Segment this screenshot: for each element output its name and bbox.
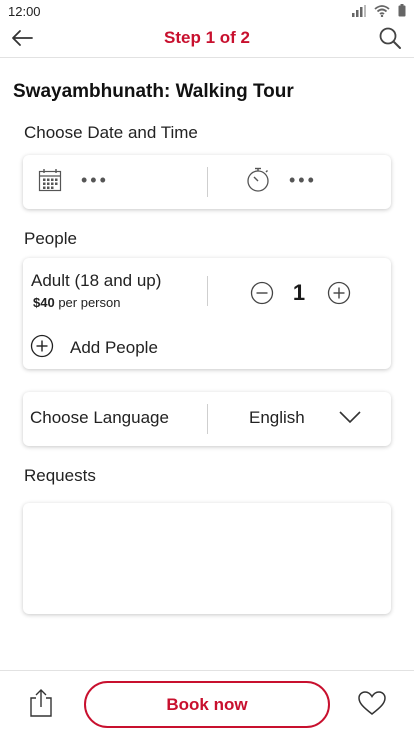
header: Step 1 of 2	[0, 22, 414, 58]
divider	[207, 404, 208, 434]
price-line: $40 per person	[33, 295, 120, 310]
date-time-label: Choose Date and Time	[24, 123, 198, 142]
step-title: Step 1 of 2	[164, 28, 250, 47]
minus-circle-icon	[250, 281, 274, 310]
adult-label: Adult (18 and up)	[31, 271, 162, 290]
people-card: Adult (18 and up) $40 per person 1 Add P…	[23, 258, 391, 369]
tour-title: Swayambhunath: Walking Tour	[13, 81, 294, 102]
plus-circle-icon	[327, 281, 351, 310]
search-icon	[378, 26, 402, 55]
add-people-button[interactable]	[30, 334, 54, 363]
requests-label: Requests	[24, 466, 96, 485]
divider	[207, 276, 208, 306]
status-bar: 12:00	[0, 0, 414, 22]
language-select-value[interactable]: English	[249, 408, 305, 428]
share-icon	[29, 688, 53, 723]
divider	[207, 167, 208, 197]
date-picker-button[interactable]	[37, 168, 63, 197]
search-button[interactable]	[376, 26, 404, 54]
bottom-action-bar: Book now	[0, 670, 414, 736]
price-suffix: per person	[54, 295, 121, 310]
book-now-button[interactable]: Book now	[84, 681, 330, 728]
time-picker-button[interactable]	[245, 167, 271, 198]
people-label: People	[24, 229, 77, 248]
status-time: 12:00	[8, 4, 41, 19]
stopwatch-icon	[246, 167, 270, 198]
battery-icon	[398, 4, 406, 22]
status-icons	[352, 4, 406, 22]
chevron-down-icon[interactable]	[339, 410, 361, 429]
requests-textarea[interactable]	[23, 503, 391, 614]
language-label: Choose Language	[30, 408, 169, 427]
time-placeholder[interactable]: •••	[289, 170, 317, 191]
decrease-quantity-button[interactable]	[250, 281, 274, 310]
plus-circle-icon	[30, 334, 54, 363]
price-amount: $40	[33, 295, 55, 310]
language-card[interactable]: Choose Language English	[23, 392, 391, 446]
calendar-icon	[38, 168, 62, 197]
share-button[interactable]	[28, 688, 54, 723]
favorite-button[interactable]	[357, 690, 387, 721]
increase-quantity-button[interactable]	[327, 281, 351, 310]
wifi-icon	[374, 4, 390, 22]
signal-icon	[352, 4, 366, 22]
add-people-label[interactable]: Add People	[70, 338, 158, 358]
date-placeholder[interactable]: •••	[81, 170, 109, 191]
date-time-card: ••• •••	[23, 155, 391, 209]
quantity-value: 1	[292, 280, 306, 305]
heart-icon	[357, 690, 387, 721]
